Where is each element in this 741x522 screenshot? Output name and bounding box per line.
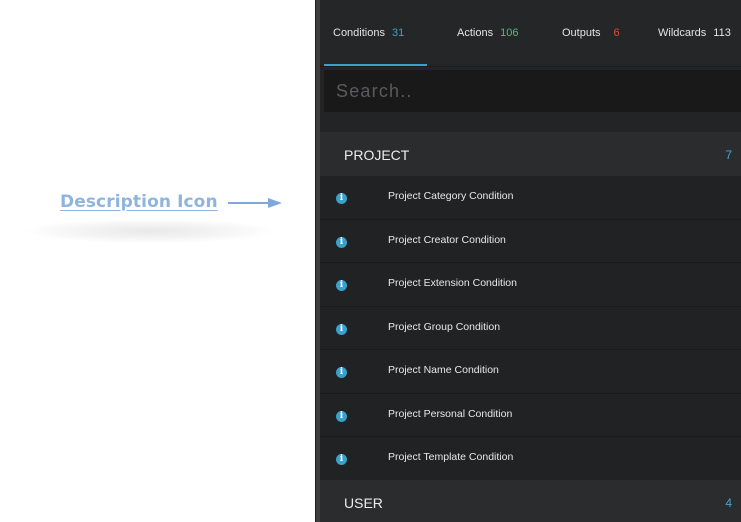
list-item[interactable]: i Project Personal Condition [320, 393, 741, 437]
tab-label: Conditions [333, 27, 385, 39]
list-item[interactable]: i Project Creator Condition [320, 219, 741, 263]
list-item[interactable]: i Project Group Condition [320, 306, 741, 350]
item-label: Project Name Condition [388, 364, 499, 376]
item-label: Project Category Condition [388, 190, 514, 202]
tab-count: 31 [391, 27, 405, 39]
group-header-project[interactable]: PROJECT 7 [320, 132, 741, 176]
group-count: 7 [725, 148, 732, 162]
annotation-callout: Description Icon [60, 192, 282, 212]
group-title: USER [344, 495, 383, 511]
info-icon[interactable]: i [336, 367, 347, 378]
tab-actions[interactable]: Actions 106 [457, 27, 518, 39]
annotation-label: Description Icon [60, 192, 218, 212]
info-icon[interactable]: i [336, 410, 347, 422]
tab-count: 113 [713, 27, 731, 39]
search-input[interactable] [324, 70, 741, 112]
list-item[interactable]: i Project Category Condition [320, 176, 741, 220]
tab-wildcards[interactable]: Wildcards 113 [658, 27, 731, 39]
tab-conditions[interactable]: Conditions 31 [333, 27, 404, 39]
group-header-user[interactable]: USER 4 [320, 480, 741, 522]
tab-label: Actions [457, 27, 494, 39]
arrow-right-icon [227, 197, 282, 208]
annotation-shadow [25, 219, 275, 243]
info-icon[interactable]: i [336, 193, 347, 204]
group-title: PROJECT [344, 147, 410, 163]
list-item[interactable]: i Project Name Condition [320, 350, 741, 394]
item-label: Project Extension Condition [388, 277, 517, 289]
tab-label: Outputs [562, 27, 601, 39]
item-label: Project Personal Condition [388, 407, 513, 420]
tab-count: 106 [500, 27, 519, 39]
tab-outputs[interactable]: Outputs 6 [562, 27, 620, 39]
info-icon[interactable]: i [336, 280, 347, 291]
list-item[interactable]: i Project Extension Condition [320, 263, 741, 307]
item-label: Project Template Condition [388, 451, 514, 463]
info-icon[interactable]: i [336, 323, 347, 335]
tab-label: Wildcards [658, 27, 707, 39]
divider [316, 66, 741, 67]
group-count: 4 [725, 496, 732, 510]
info-icon[interactable]: i [336, 454, 347, 465]
condition-list: i Project Category Condition i Project C… [320, 176, 741, 481]
list-item[interactable]: i Project Template Condition [320, 437, 741, 481]
conditions-panel: Conditions 31 Actions 106 Outputs 6 Wildcar… [316, 0, 741, 522]
item-label: Project Group Condition [388, 320, 501, 333]
info-icon[interactable]: i [336, 236, 347, 248]
tab-count: 6 [613, 27, 620, 39]
item-label: Project Creator Condition [388, 233, 506, 246]
tab-bar: Conditions 31 Actions 106 Outputs 6 Wildcar… [316, 0, 741, 64]
